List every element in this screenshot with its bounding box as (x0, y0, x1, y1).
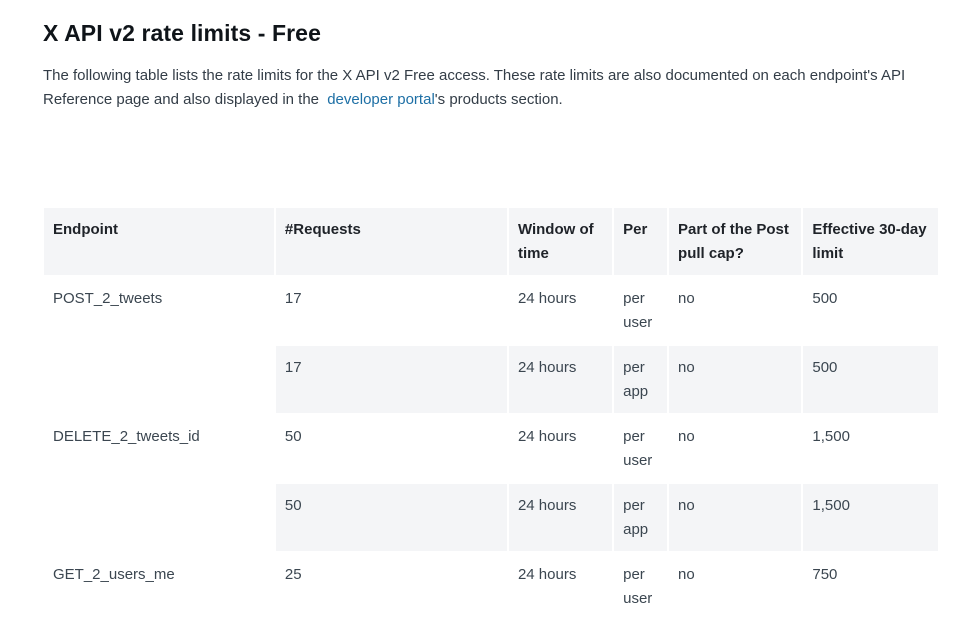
cell-endpoint (44, 484, 274, 551)
cell-window: 24 hours (508, 484, 613, 551)
header-post-pull-cap: Part of the Post pull cap? (669, 208, 802, 275)
cell-cap: no (678, 428, 695, 445)
table-row: 17 24 hours per app no 500 (44, 346, 938, 413)
rate-limits-table: Endpoint #Requests Window of time Per Pa… (42, 206, 940, 622)
cell-cap: no (678, 566, 695, 583)
cell-window: 24 hours (517, 428, 577, 445)
table-row: GET_2_users_me 25 24 hours per user no 7… (44, 553, 938, 620)
cell-requests: 17 (275, 346, 507, 413)
table-header-row: Endpoint #Requests Window of time Per Pa… (44, 208, 938, 275)
intro-paragraph: The following table lists the rate limit… (43, 64, 943, 112)
header-per: Per (614, 208, 668, 275)
cell-effective: 500 (803, 346, 938, 413)
cell-effective: 500 (812, 290, 838, 307)
cell-effective: 750 (812, 566, 838, 583)
cell-cap: no (678, 290, 695, 307)
cell-cap: no (669, 346, 802, 413)
cell-window: 24 hours (517, 566, 577, 583)
cell-effective: 1,500 (812, 428, 850, 445)
developer-portal-link[interactable]: developer portal (323, 91, 435, 108)
cell-per: per user (623, 428, 653, 469)
header-window: Window of time (508, 208, 613, 275)
cell-requests: 17 (284, 290, 302, 307)
page-title: X API v2 rate limits - Free (43, 20, 321, 46)
header-effective-limit: Effective 30-day limit (803, 208, 938, 275)
cell-endpoint: GET_2_users_me (44, 553, 274, 620)
cell-requests: 50 (275, 484, 507, 551)
cell-per: per user (623, 566, 653, 607)
cell-endpoint: DELETE_2_tweets_id (44, 415, 274, 482)
cell-effective: 1,500 (803, 484, 938, 551)
cell-requests: 25 (284, 566, 302, 583)
cell-endpoint (44, 346, 274, 413)
header-requests: #Requests (275, 208, 507, 275)
header-endpoint: Endpoint (44, 208, 274, 275)
intro-text-end: 's products section. (434, 91, 563, 108)
page: X API v2 rate limits - Free The followin… (0, 0, 980, 642)
table-row: DELETE_2_tweets_id 50 24 hours per user … (44, 415, 938, 482)
cell-per: per app (614, 484, 668, 551)
cell-cap: no (669, 484, 802, 551)
table-row: 50 24 hours per app no 1,500 (44, 484, 938, 551)
cell-requests: 50 (284, 428, 302, 445)
table-row: POST_2_tweets 17 24 hours per user no 50… (44, 277, 938, 344)
cell-per: per user (623, 290, 653, 331)
cell-window: 24 hours (508, 346, 613, 413)
cell-per: per app (614, 346, 668, 413)
cell-endpoint: POST_2_tweets (44, 277, 274, 344)
cell-window: 24 hours (517, 290, 577, 307)
